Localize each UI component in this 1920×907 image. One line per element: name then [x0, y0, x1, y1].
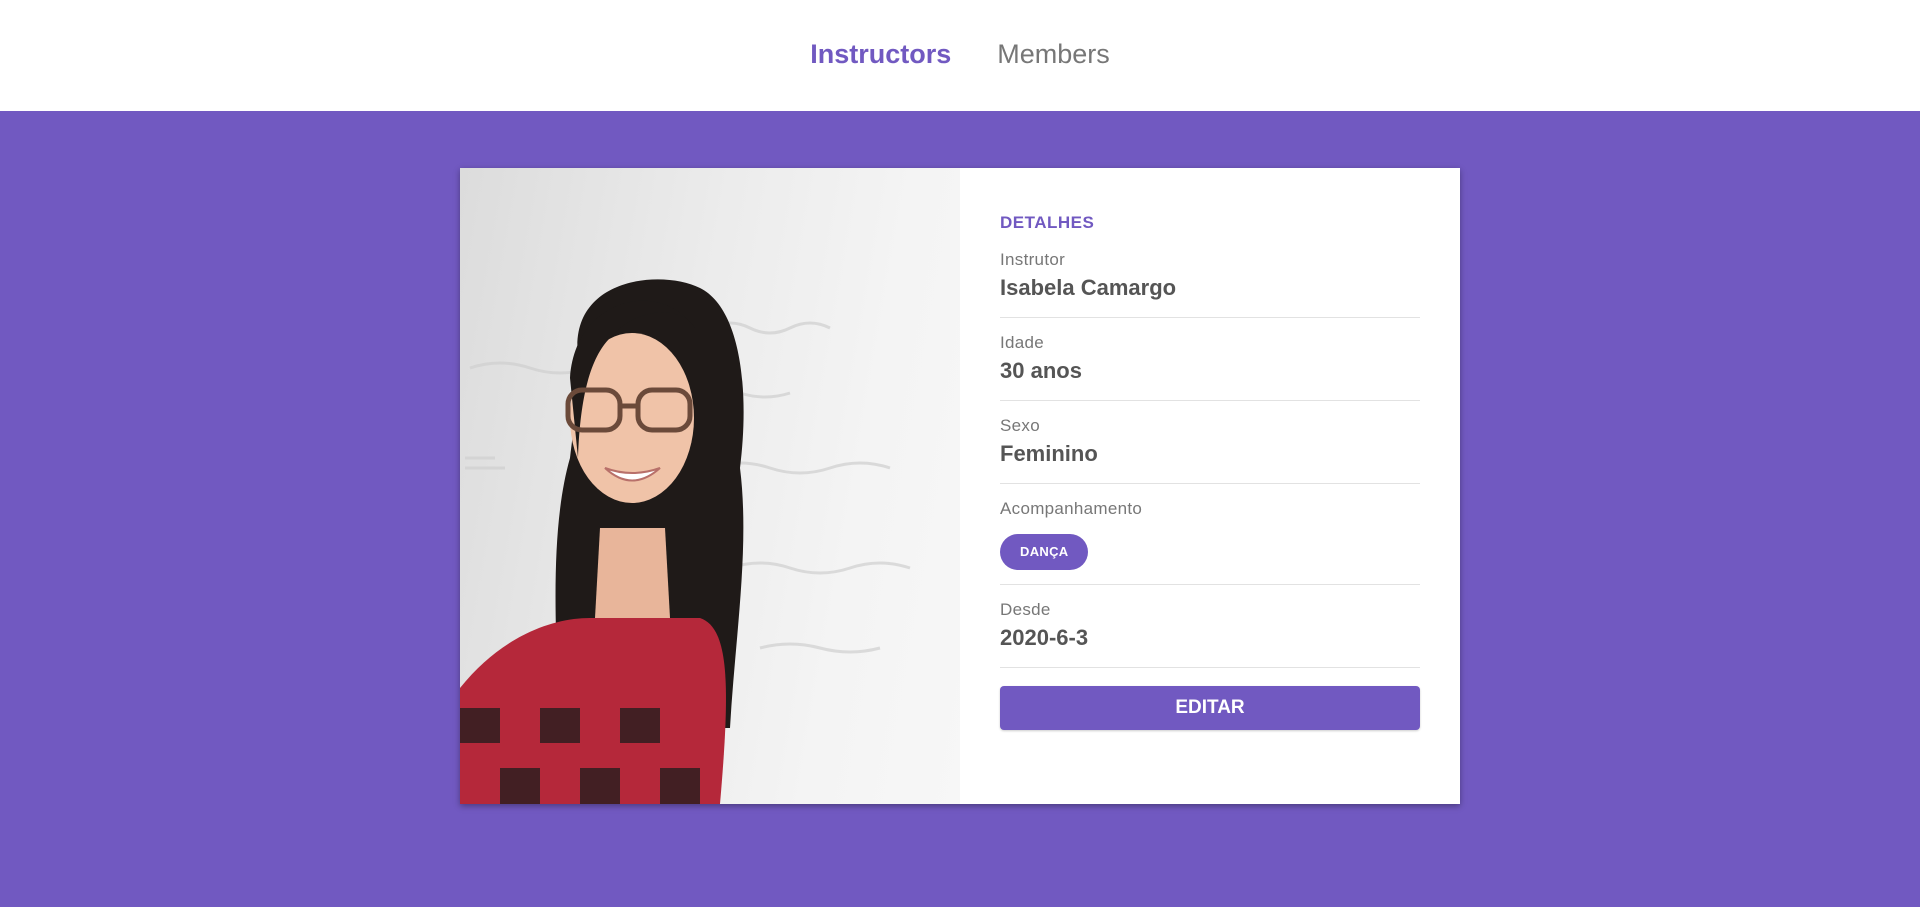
- tracking-chip: DANÇA: [1000, 534, 1089, 570]
- gender-label: Sexo: [1000, 416, 1040, 435]
- nav-link-instructors[interactable]: Instructors: [810, 41, 951, 68]
- detail-gender: Sexo Feminino: [1000, 401, 1420, 484]
- instructor-card: DETALHES Instrutor Isabela Camargo Idade…: [460, 168, 1460, 804]
- instructor-value: Isabela Camargo: [1000, 275, 1177, 300]
- top-nav: Instructors Members: [0, 0, 1920, 111]
- since-value: 2020-6-3: [1000, 625, 1089, 650]
- nav-link-members[interactable]: Members: [997, 41, 1110, 68]
- detail-tracking: Acompanhamento DANÇA: [1000, 484, 1420, 585]
- age-label: Idade: [1000, 333, 1045, 352]
- edit-button[interactable]: EDITAR: [1000, 686, 1420, 730]
- tracking-label: Acompanhamento: [1000, 499, 1143, 518]
- details-title: DETALHES: [1000, 213, 1095, 232]
- gender-value: Feminino: [1000, 441, 1098, 466]
- instructor-label: Instrutor: [1000, 250, 1066, 269]
- instructor-photo: [460, 168, 960, 804]
- detail-since: Desde 2020-6-3: [1000, 585, 1420, 668]
- detail-instructor: Instrutor Isabela Camargo: [1000, 243, 1420, 318]
- detail-age: Idade 30 anos: [1000, 318, 1420, 401]
- instructor-photo-illustration: [460, 279, 911, 804]
- since-label: Desde: [1000, 600, 1051, 619]
- details-panel: DETALHES Instrutor Isabela Camargo Idade…: [960, 168, 1460, 804]
- age-value: 30 anos: [1000, 358, 1082, 383]
